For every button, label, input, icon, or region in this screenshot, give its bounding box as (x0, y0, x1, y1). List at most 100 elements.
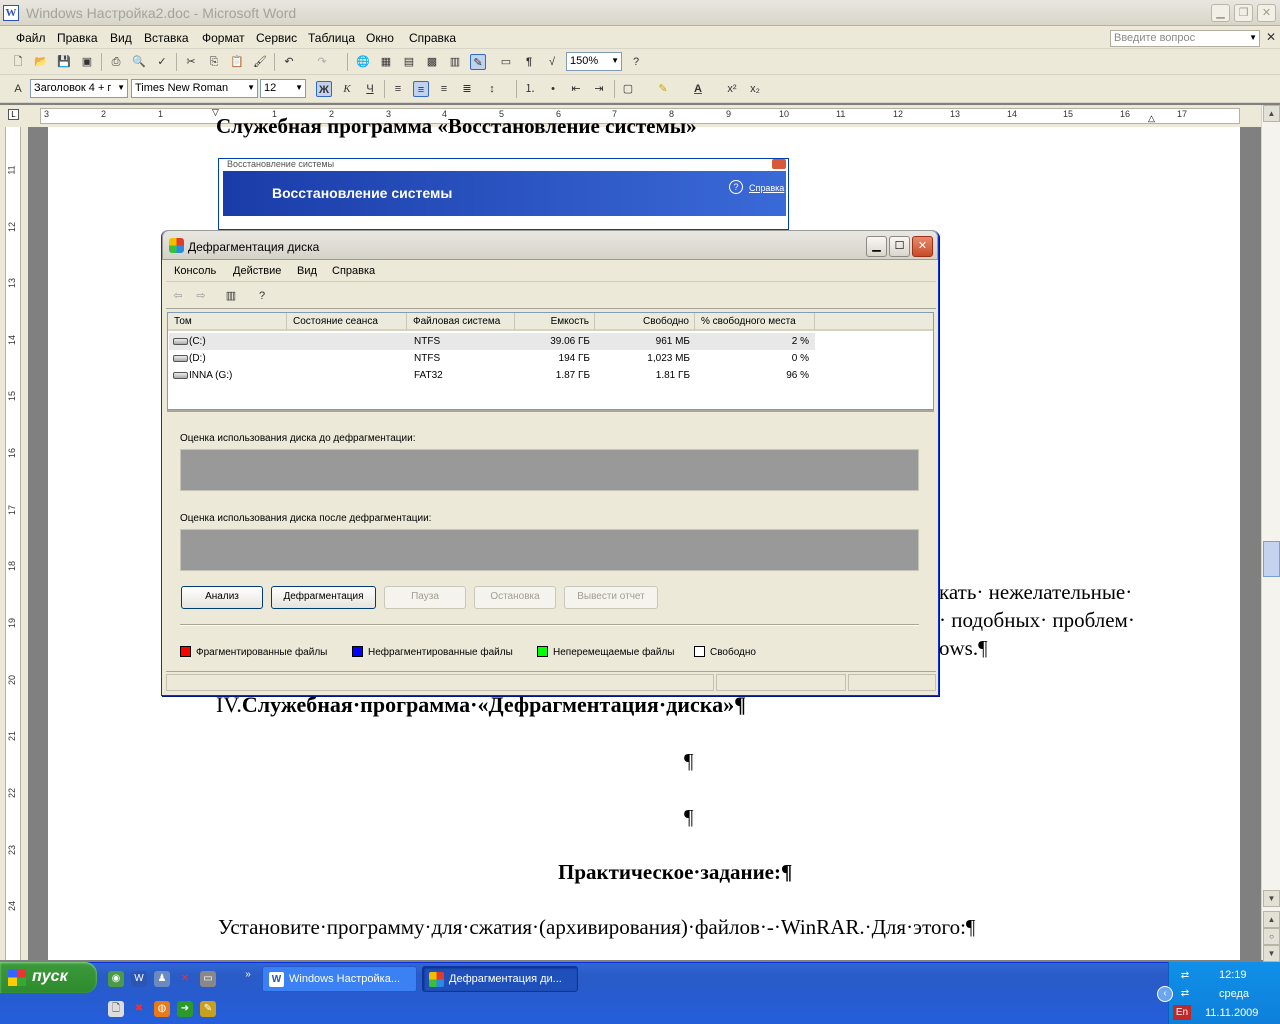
close-document-icon[interactable]: ✕ (1266, 30, 1276, 44)
word-app-icon[interactable]: W (3, 5, 19, 21)
network-icon[interactable]: ⇄ (1177, 968, 1193, 984)
style-select[interactable]: Заголовок 4 + г ▼ (30, 79, 128, 98)
borders-icon[interactable]: ▢ (620, 81, 636, 97)
forward-icon[interactable]: ⇨ (193, 288, 209, 304)
menu-help[interactable]: Справка (409, 31, 456, 45)
menu-edit[interactable]: Правка (57, 31, 98, 45)
bold-button[interactable]: Ж (316, 81, 332, 97)
minimize-button[interactable]: ▁ (1211, 4, 1230, 22)
help-icon[interactable]: ? (254, 288, 270, 304)
undo-icon[interactable]: ↶ (281, 54, 297, 70)
scroll-down-button[interactable]: ▼ (1263, 890, 1280, 907)
stop-button[interactable]: Остановка (474, 586, 556, 609)
firefox-icon[interactable]: ◍ (154, 1001, 170, 1017)
underline-button[interactable]: Ч (362, 81, 378, 97)
scroll-thumb[interactable] (1263, 541, 1280, 577)
numbering-icon[interactable]: ⒈ (522, 81, 538, 97)
zoom-select[interactable]: 150% ▼ (566, 52, 622, 71)
document-map-icon[interactable]: ▭ (498, 54, 514, 70)
pause-button[interactable]: Пауза (384, 586, 466, 609)
font-size-select[interactable]: 12 ▼ (260, 79, 306, 98)
column-header[interactable]: Емкость (515, 313, 595, 331)
quicklaunch-icon[interactable]: 🗋 (108, 1001, 124, 1017)
menu-view[interactable]: Вид (110, 31, 132, 45)
menu-table[interactable]: Таблица (308, 31, 355, 45)
tables-borders-icon[interactable]: ▦ (378, 54, 394, 70)
quicklaunch-icon[interactable]: ◉ (108, 971, 124, 987)
drawing-icon[interactable]: ✎ (470, 54, 486, 70)
equation-icon[interactable]: √ (544, 54, 560, 70)
right-indent-marker[interactable]: △ (1148, 113, 1155, 124)
menu-console[interactable]: Консоль (174, 265, 216, 277)
menu-help[interactable]: Справка (332, 265, 375, 277)
print-preview-icon[interactable]: 🔍 (131, 54, 147, 70)
quicklaunch-icon[interactable]: ▭ (200, 971, 216, 987)
next-page-button[interactable]: ▼ (1263, 945, 1280, 962)
menu-tools[interactable]: Сервис (256, 31, 297, 45)
show-formatting-icon[interactable]: ¶ (521, 54, 537, 70)
analyze-button[interactable]: Анализ (181, 586, 263, 609)
prev-page-button[interactable]: ▲ (1263, 911, 1280, 928)
align-right-icon[interactable]: ≡ (436, 81, 452, 97)
hyperlink-icon[interactable]: 🌐 (355, 54, 371, 70)
table-row[interactable]: (D:) NTFS 194 ГБ 1,023 МБ 0 % (169, 350, 815, 367)
redo-icon[interactable]: ↷ (314, 54, 330, 70)
quicklaunch-icon[interactable]: ✕ (177, 971, 193, 987)
quicklaunch-icon[interactable]: ♟ (154, 971, 170, 987)
columns-icon[interactable]: ▥ (447, 54, 463, 70)
align-left-icon[interactable]: ≡ (390, 81, 406, 97)
close-button[interactable]: ✕ (912, 236, 933, 257)
save-icon[interactable]: 💾 (56, 54, 72, 70)
open-icon[interactable]: 📂 (33, 54, 49, 70)
menu-format[interactable]: Формат (202, 31, 245, 45)
chevron-down-icon[interactable]: ▼ (1249, 33, 1257, 42)
defragment-button[interactable]: Дефрагментация (271, 586, 376, 609)
styles-formatting-icon[interactable]: A (10, 81, 26, 97)
quicklaunch-icon[interactable]: ✖ (131, 1001, 147, 1017)
insert-excel-icon[interactable]: ▩ (424, 54, 440, 70)
menu-action[interactable]: Действие (233, 265, 281, 277)
view-report-button[interactable]: Вывести отчет (564, 586, 658, 609)
menu-insert[interactable]: Вставка (144, 31, 189, 45)
highlight-icon[interactable]: ✎ (655, 81, 671, 97)
quicklaunch-icon[interactable]: ✎ (200, 1001, 216, 1017)
font-select[interactable]: Times New Roman ▼ (131, 79, 258, 98)
back-icon[interactable]: ⇦ (170, 288, 186, 304)
superscript-icon[interactable]: x² (724, 81, 740, 97)
vertical-scrollbar[interactable]: ▲ ▼ ▲ ○ ▼ (1261, 105, 1280, 962)
browse-object-button[interactable]: ○ (1263, 928, 1280, 945)
maximize-button[interactable]: ❐ (1234, 4, 1253, 22)
chevron-more-icon[interactable]: » (240, 967, 256, 983)
permission-icon[interactable]: ▣ (79, 54, 95, 70)
column-header[interactable]: % свободного места (695, 313, 815, 331)
menu-view[interactable]: Вид (297, 265, 317, 277)
increase-indent-icon[interactable]: ⇥ (591, 81, 607, 97)
taskbar-button-defrag[interactable]: Дефрагментация ди... (422, 966, 578, 992)
italic-button[interactable]: К (339, 81, 355, 97)
column-header[interactable]: Свободно (595, 313, 695, 331)
line-spacing-icon[interactable]: ↕ (484, 81, 500, 97)
clock-time[interactable]: 12:19 (1219, 969, 1247, 981)
volume-list[interactable]: Том Состояние сеанса Файловая система Ем… (167, 312, 934, 410)
show-hide-tree-icon[interactable]: ▥ (223, 288, 239, 304)
align-center-icon[interactable]: ≡ (413, 81, 429, 97)
ask-question-box[interactable]: Введите вопрос ▼ (1110, 30, 1260, 47)
language-indicator[interactable]: En (1173, 1005, 1191, 1020)
menu-window[interactable]: Окно (366, 31, 394, 45)
help-icon[interactable]: ? (628, 54, 644, 70)
minimize-button[interactable]: ▁ (866, 236, 887, 257)
quicklaunch-icon[interactable]: W (131, 971, 147, 987)
word-title-bar[interactable]: W Windows Настройка2.doc - Microsoft Wor… (0, 0, 1280, 26)
close-button[interactable]: ✕ (1257, 4, 1276, 22)
start-button[interactable]: пуск (0, 962, 97, 993)
table-row[interactable]: INNA (G:) FAT32 1.87 ГБ 1.81 ГБ 96 % (169, 367, 815, 384)
menu-file[interactable]: Файл (16, 31, 46, 45)
decrease-indent-icon[interactable]: ⇤ (568, 81, 584, 97)
paste-icon[interactable]: 📋 (229, 54, 245, 70)
spelling-icon[interactable]: ✓ (154, 54, 170, 70)
scroll-up-button[interactable]: ▲ (1263, 105, 1280, 122)
column-header[interactable]: Файловая система (407, 313, 515, 331)
show-hidden-icons-button[interactable]: ‹ (1157, 986, 1173, 1002)
bullets-icon[interactable]: • (545, 81, 561, 97)
copy-icon[interactable]: ⎘ (206, 54, 222, 70)
